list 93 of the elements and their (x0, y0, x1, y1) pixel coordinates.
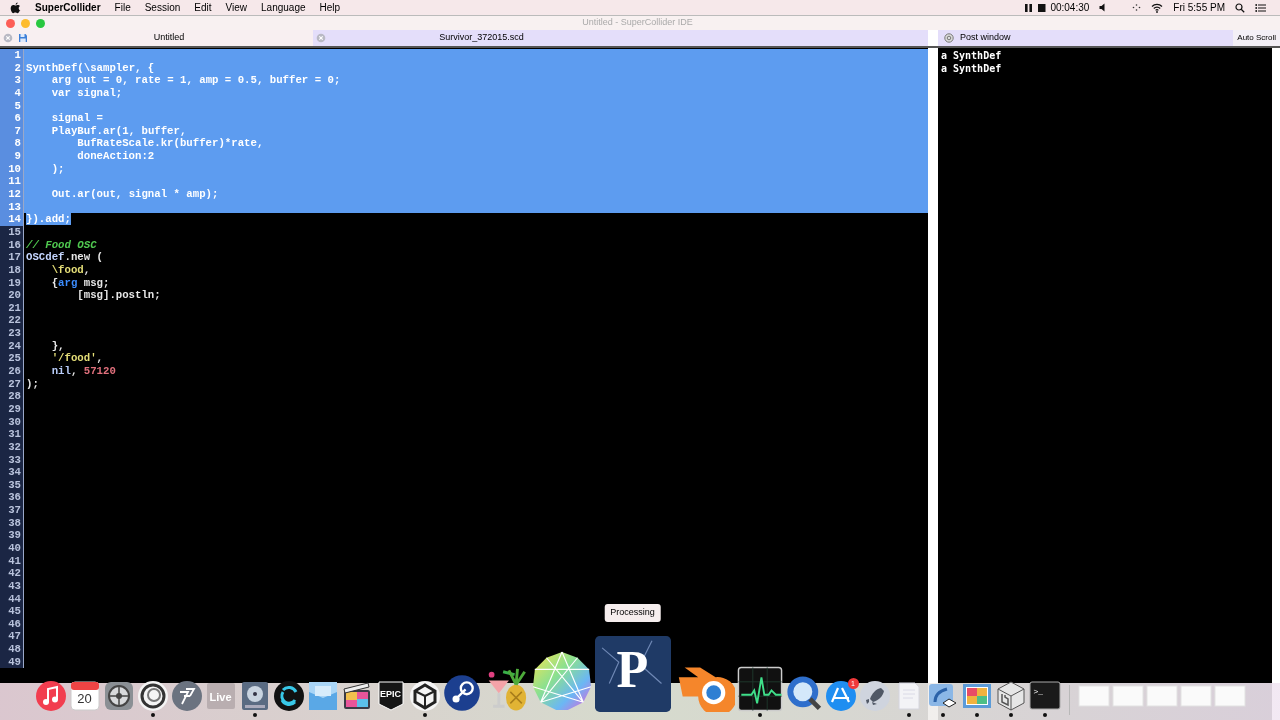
line-number: 48 (0, 643, 24, 656)
processing-icon[interactable] (594, 636, 671, 712)
tab-label: Survivor_372015.scd (439, 31, 524, 45)
line-number: 26 (0, 365, 24, 378)
app-menu[interactable]: SuperCollider (35, 0, 101, 15)
stop-icon[interactable] (1037, 2, 1047, 13)
line-number: 14 (0, 213, 24, 226)
line-number: 36 (0, 491, 24, 505)
cube-outline-icon[interactable] (408, 680, 441, 712)
music-note-icon[interactable] (34, 680, 67, 712)
line-number: 1 (0, 49, 24, 62)
code-line: var signal; (50, 86, 123, 99)
code-line: ); (26, 377, 39, 390)
line-number: 45 (0, 605, 24, 618)
line-number: 37 (0, 504, 24, 517)
auto-scroll-button[interactable]: Auto Scroll (1233, 30, 1280, 46)
editor-tab[interactable]: Untitled (0, 30, 313, 46)
shield-label: EPIC (380, 688, 401, 701)
code-line: doneAction:2 (76, 150, 155, 163)
feather-icon[interactable] (170, 680, 203, 712)
line-number: 34 (0, 466, 24, 479)
app-tile-icon[interactable] (204, 680, 237, 712)
line-number: 20 (0, 289, 24, 302)
code-line: }, (50, 339, 65, 352)
line-number: 6 (0, 112, 24, 125)
magnifier-q-icon[interactable] (784, 674, 823, 712)
code-line: OSCdef.new ( (26, 251, 103, 264)
spiral-cube-icon[interactable] (994, 680, 1027, 712)
line-number: 23 (0, 327, 24, 340)
pause-icon[interactable] (1024, 2, 1034, 13)
heart-monitor-icon[interactable] (736, 666, 783, 712)
window-title: Untitled - SuperCollider IDE (582, 16, 693, 30)
line-number: 25 (0, 352, 24, 365)
tab-label: Untitled (153, 31, 185, 45)
terminal-prompt: >_ (1033, 686, 1044, 698)
code-line: arg out = 0, rate = 1, amp = 0.5, buffer = 0; (50, 74, 341, 87)
menu-icon[interactable] (1255, 2, 1266, 13)
line-number: 8 (0, 137, 24, 151)
code-line: Out.ar(out, signal * amp); (50, 188, 219, 201)
code-line: SynthDef(\sampler, { (26, 61, 155, 74)
line-number: 47 (0, 630, 24, 644)
panel-title: Post window (960, 31, 1011, 45)
app-store-icon[interactable] (824, 680, 857, 712)
menu-item[interactable]: Help (319, 0, 341, 15)
code-line: PlayBuf.ar(1, buffer, (50, 124, 187, 137)
code-line: // Food OSC (26, 238, 97, 251)
code-line: \food, (50, 263, 91, 276)
menu-clock[interactable]: Fri 5:55 PM (1173, 0, 1225, 15)
film-clapper-icon[interactable] (340, 680, 373, 712)
line-number: 9 (0, 150, 24, 163)
code-line: ); (50, 162, 65, 175)
code-line: nil, 57120 (50, 365, 116, 377)
line-number: 17 (0, 251, 24, 264)
rainbow-octagon-icon[interactable] (530, 650, 593, 712)
rocket-icon[interactable] (858, 680, 891, 712)
line-number: 12 (0, 188, 24, 201)
calendar-date: 20 (77, 690, 92, 708)
calendar-icon[interactable] (68, 680, 101, 712)
close-window-button[interactable] (6, 18, 15, 28)
apple-menu-icon[interactable] (10, 1, 21, 14)
spiral-icon[interactable] (136, 680, 169, 712)
dock-tooltip: Processing (604, 604, 661, 622)
dock-widget-icon[interactable] (944, 33, 954, 43)
line-number: 31 (0, 428, 24, 441)
post-output-line: a SynthDef (941, 62, 1003, 75)
processing-letter: P (616, 644, 649, 696)
recording-timer: 00:04:30 (1050, 1, 1090, 15)
gear-icon[interactable] (102, 680, 135, 712)
steam-icon[interactable] (442, 674, 481, 712)
line-number: 39 (0, 529, 24, 542)
loop-icon[interactable] (272, 680, 305, 712)
post-output-line: a SynthDef (941, 50, 1003, 63)
code-line: signal = (50, 112, 103, 125)
line-number: 28 (0, 390, 24, 403)
line-number: 11 (0, 175, 24, 189)
line-number: 3 (0, 74, 24, 87)
menu-item[interactable]: Edit (194, 0, 212, 15)
code-line: {arg msg; (50, 276, 110, 289)
line-number: 42 (0, 567, 24, 580)
code-line: '/food', (50, 352, 103, 365)
menu-item[interactable]: View (225, 0, 247, 15)
menu-item[interactable]: Language (261, 0, 306, 15)
wifi-icon[interactable] (1151, 2, 1164, 13)
code-line: [msg].postln; (76, 289, 161, 302)
menu-item[interactable]: Session (144, 0, 181, 15)
menu-item[interactable]: File (114, 0, 131, 15)
app-tile-label: Live (209, 690, 232, 705)
terminal-icon[interactable] (1028, 680, 1061, 712)
dots-icon[interactable] (1132, 3, 1142, 12)
panel-icon[interactable] (306, 680, 339, 712)
search-icon[interactable] (1235, 2, 1245, 13)
code-line: BufRateScale.kr(buffer)*rate, (76, 137, 264, 150)
line-number: 22 (0, 314, 24, 328)
